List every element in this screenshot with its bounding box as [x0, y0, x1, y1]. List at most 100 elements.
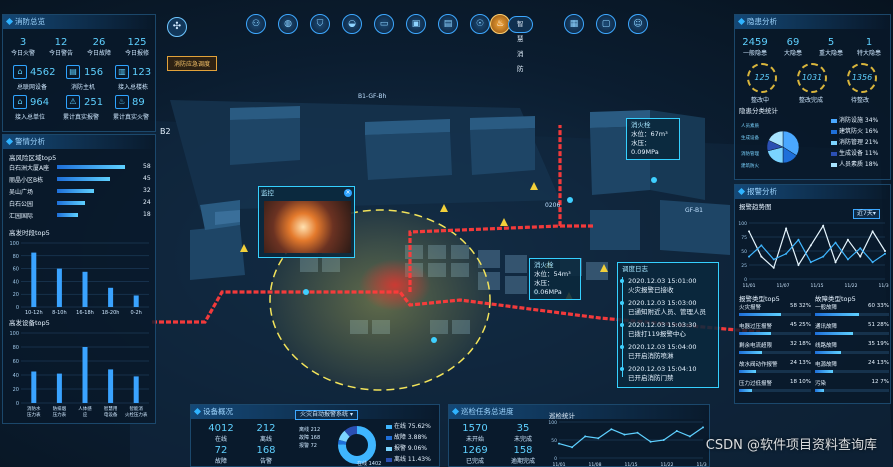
type-name: 压力过低报警 — [739, 381, 773, 387]
truck-icon[interactable]: ▤ — [438, 14, 458, 34]
camera-feed — [264, 201, 351, 253]
monitor-title: 监控 — [261, 189, 274, 197]
x-tick-label: 消防水 — [27, 405, 41, 412]
data-point — [610, 428, 613, 431]
legend-item: 故障 3.88% — [386, 432, 440, 443]
x-tick-label: 11/30 — [697, 462, 707, 467]
stat-repair-today: 125 今日报修 — [124, 37, 149, 57]
x-tick-label: 11/15 — [625, 462, 638, 467]
fire-control-icon[interactable]: ♨ — [490, 14, 510, 34]
y-tick-label: 100 — [9, 241, 19, 247]
legend-swatch — [831, 118, 837, 123]
type-bar-track — [815, 389, 889, 392]
bar — [133, 295, 139, 307]
range-select[interactable]: 近7天▾ — [853, 209, 880, 219]
type-bar-fill — [739, 370, 757, 373]
pie-callout: 建筑防火 — [741, 162, 759, 169]
system-select[interactable]: 火灾自动报警系统 ▾ — [295, 410, 358, 420]
data-point — [772, 258, 775, 261]
pie-callout: 人员素质 — [741, 122, 759, 129]
data-point — [785, 227, 788, 230]
x-tick-label: 11/07 — [777, 283, 790, 289]
globe-icon[interactable]: ◍ — [278, 14, 298, 34]
event-log-popup[interactable]: 调度日志 2020.12.03 15:01:00 火灾报警已接收 2020.12.0… — [617, 262, 719, 388]
data-point — [809, 261, 812, 264]
alarm-analysis-title: 警情分析 — [3, 135, 155, 149]
top5-area-name: 白石公园 — [9, 201, 34, 208]
type-value: 18 10% — [790, 379, 811, 385]
gauge-icon[interactable]: ◒ — [342, 14, 362, 34]
type-name: 剩余电流超限 — [739, 343, 773, 349]
y-tick-label: 100 — [9, 331, 19, 337]
type-value: 35 19% — [868, 341, 889, 347]
legend-swatch — [386, 435, 392, 440]
event-time: 2020.12.03 15:04:00 — [628, 343, 697, 351]
top5-area-value: 18 — [143, 211, 151, 218]
y-tick-label: 60 — [13, 267, 19, 273]
legend-swatch — [386, 424, 392, 429]
type-bar-fill — [739, 332, 772, 335]
top5-area-bar — [57, 213, 79, 217]
legend-item: 在线 75.62% — [386, 421, 440, 432]
shield-icon[interactable]: ⛉ — [310, 14, 330, 34]
gauge-completed: 1031 — [797, 63, 827, 93]
type-name: 故水阀动作报警 — [739, 362, 778, 368]
type-bar-fill — [815, 313, 860, 316]
stat-warning-today: 12 今日警告 — [48, 37, 73, 57]
inspection-title: 巡检任务总进度 — [449, 405, 709, 419]
pie-callout: 消防管理 — [741, 150, 759, 157]
watermark: CSDN @软件项目资料查询库 — [705, 438, 877, 453]
x-tick-label: 人体感 — [78, 405, 92, 412]
device-overview-panel: 设备概况 4012 在线 212 离线 72 故障 168 告警 火灾自动报警系… — [190, 404, 440, 467]
hydrant-popup-1[interactable]: 消火栓 水位：67m³ 水压：0.09MPa — [626, 118, 680, 160]
data-point — [846, 258, 849, 261]
hazard-analysis-title: 隐患分析 — [735, 15, 890, 29]
pedestrian-icon[interactable]: ☉ — [470, 14, 490, 34]
donut-label: 报警 72 — [299, 442, 317, 449]
close-icon[interactable]: × — [344, 189, 352, 197]
data-point — [748, 230, 750, 233]
x-tick-label: 11/01 — [553, 462, 566, 467]
inspection-panel: 巡检任务总进度 1570 未开始 35 未完成 1269 已完成 158 逾期完… — [448, 404, 710, 467]
stat-fire-today: 3 今日火警 — [10, 37, 35, 57]
x-tick-label: 10-12h — [25, 310, 43, 316]
user-icon[interactable]: ☺ — [628, 14, 648, 34]
pie-legend-item: 建筑防火 16% — [831, 126, 891, 137]
legend-swatch — [831, 140, 837, 145]
event-log-title: 调度日志 — [622, 265, 648, 273]
y-tick-label: 0 — [554, 456, 557, 462]
top5-area-value: 58 — [143, 163, 151, 170]
top5-area-name: 白石洲大厦A座 — [9, 165, 50, 172]
compass-icon[interactable]: ✣ — [167, 17, 187, 37]
device-status-donut: 离线 212故障 168报警 72 在线 1402 — [299, 426, 381, 467]
data-point — [797, 238, 800, 241]
emergency-dispatch-button[interactable]: 消防应急调度 — [167, 56, 218, 71]
legend-swatch — [386, 457, 392, 462]
share-icon[interactable]: ⚇ — [246, 14, 266, 34]
building-icon[interactable]: ▦ — [564, 14, 584, 34]
top5-area-value: 32 — [143, 187, 151, 194]
donut-slice — [338, 430, 350, 443]
y-tick-label: 100 — [548, 420, 557, 426]
data-point — [859, 255, 862, 258]
fire-control-tab[interactable]: 智慧消防 — [508, 16, 533, 73]
car-icon[interactable]: ▭ — [374, 14, 394, 34]
bus-icon[interactable]: ▣ — [406, 14, 426, 34]
hydrant-popup-2[interactable]: 消火栓 水位：54m³ 水压：0.06MPa — [529, 258, 581, 300]
y-tick-label: 0 — [16, 305, 19, 311]
device-top5-title: 高发设备top5 — [9, 319, 50, 327]
alarm-type-list: 火灾报警 58 32% 电器过压报警 45 25% 剩余电流超限 32 18% 故水阀动作报… — [739, 303, 811, 403]
top5-area-value: 45 — [143, 175, 151, 182]
bar — [56, 373, 62, 403]
network-device-icon: ⌂ — [13, 65, 27, 79]
data-point — [859, 247, 862, 250]
data-point — [834, 261, 837, 264]
x-tick-label: 智能消 — [129, 405, 143, 412]
fire-hotspot — [359, 259, 431, 311]
monitor-popup[interactable]: 监控 × — [258, 186, 355, 258]
y-tick-label: 40 — [13, 373, 19, 379]
monitor-icon[interactable]: ▢ — [596, 14, 616, 34]
legend-text: 生成设备 11% — [839, 150, 879, 157]
top5-area-bar — [57, 201, 86, 205]
hazard-pie-legend: 消防设施 34% 建筑防火 16% 消防管理 21% 生成设备 11% 人员素质 18% — [831, 115, 891, 170]
